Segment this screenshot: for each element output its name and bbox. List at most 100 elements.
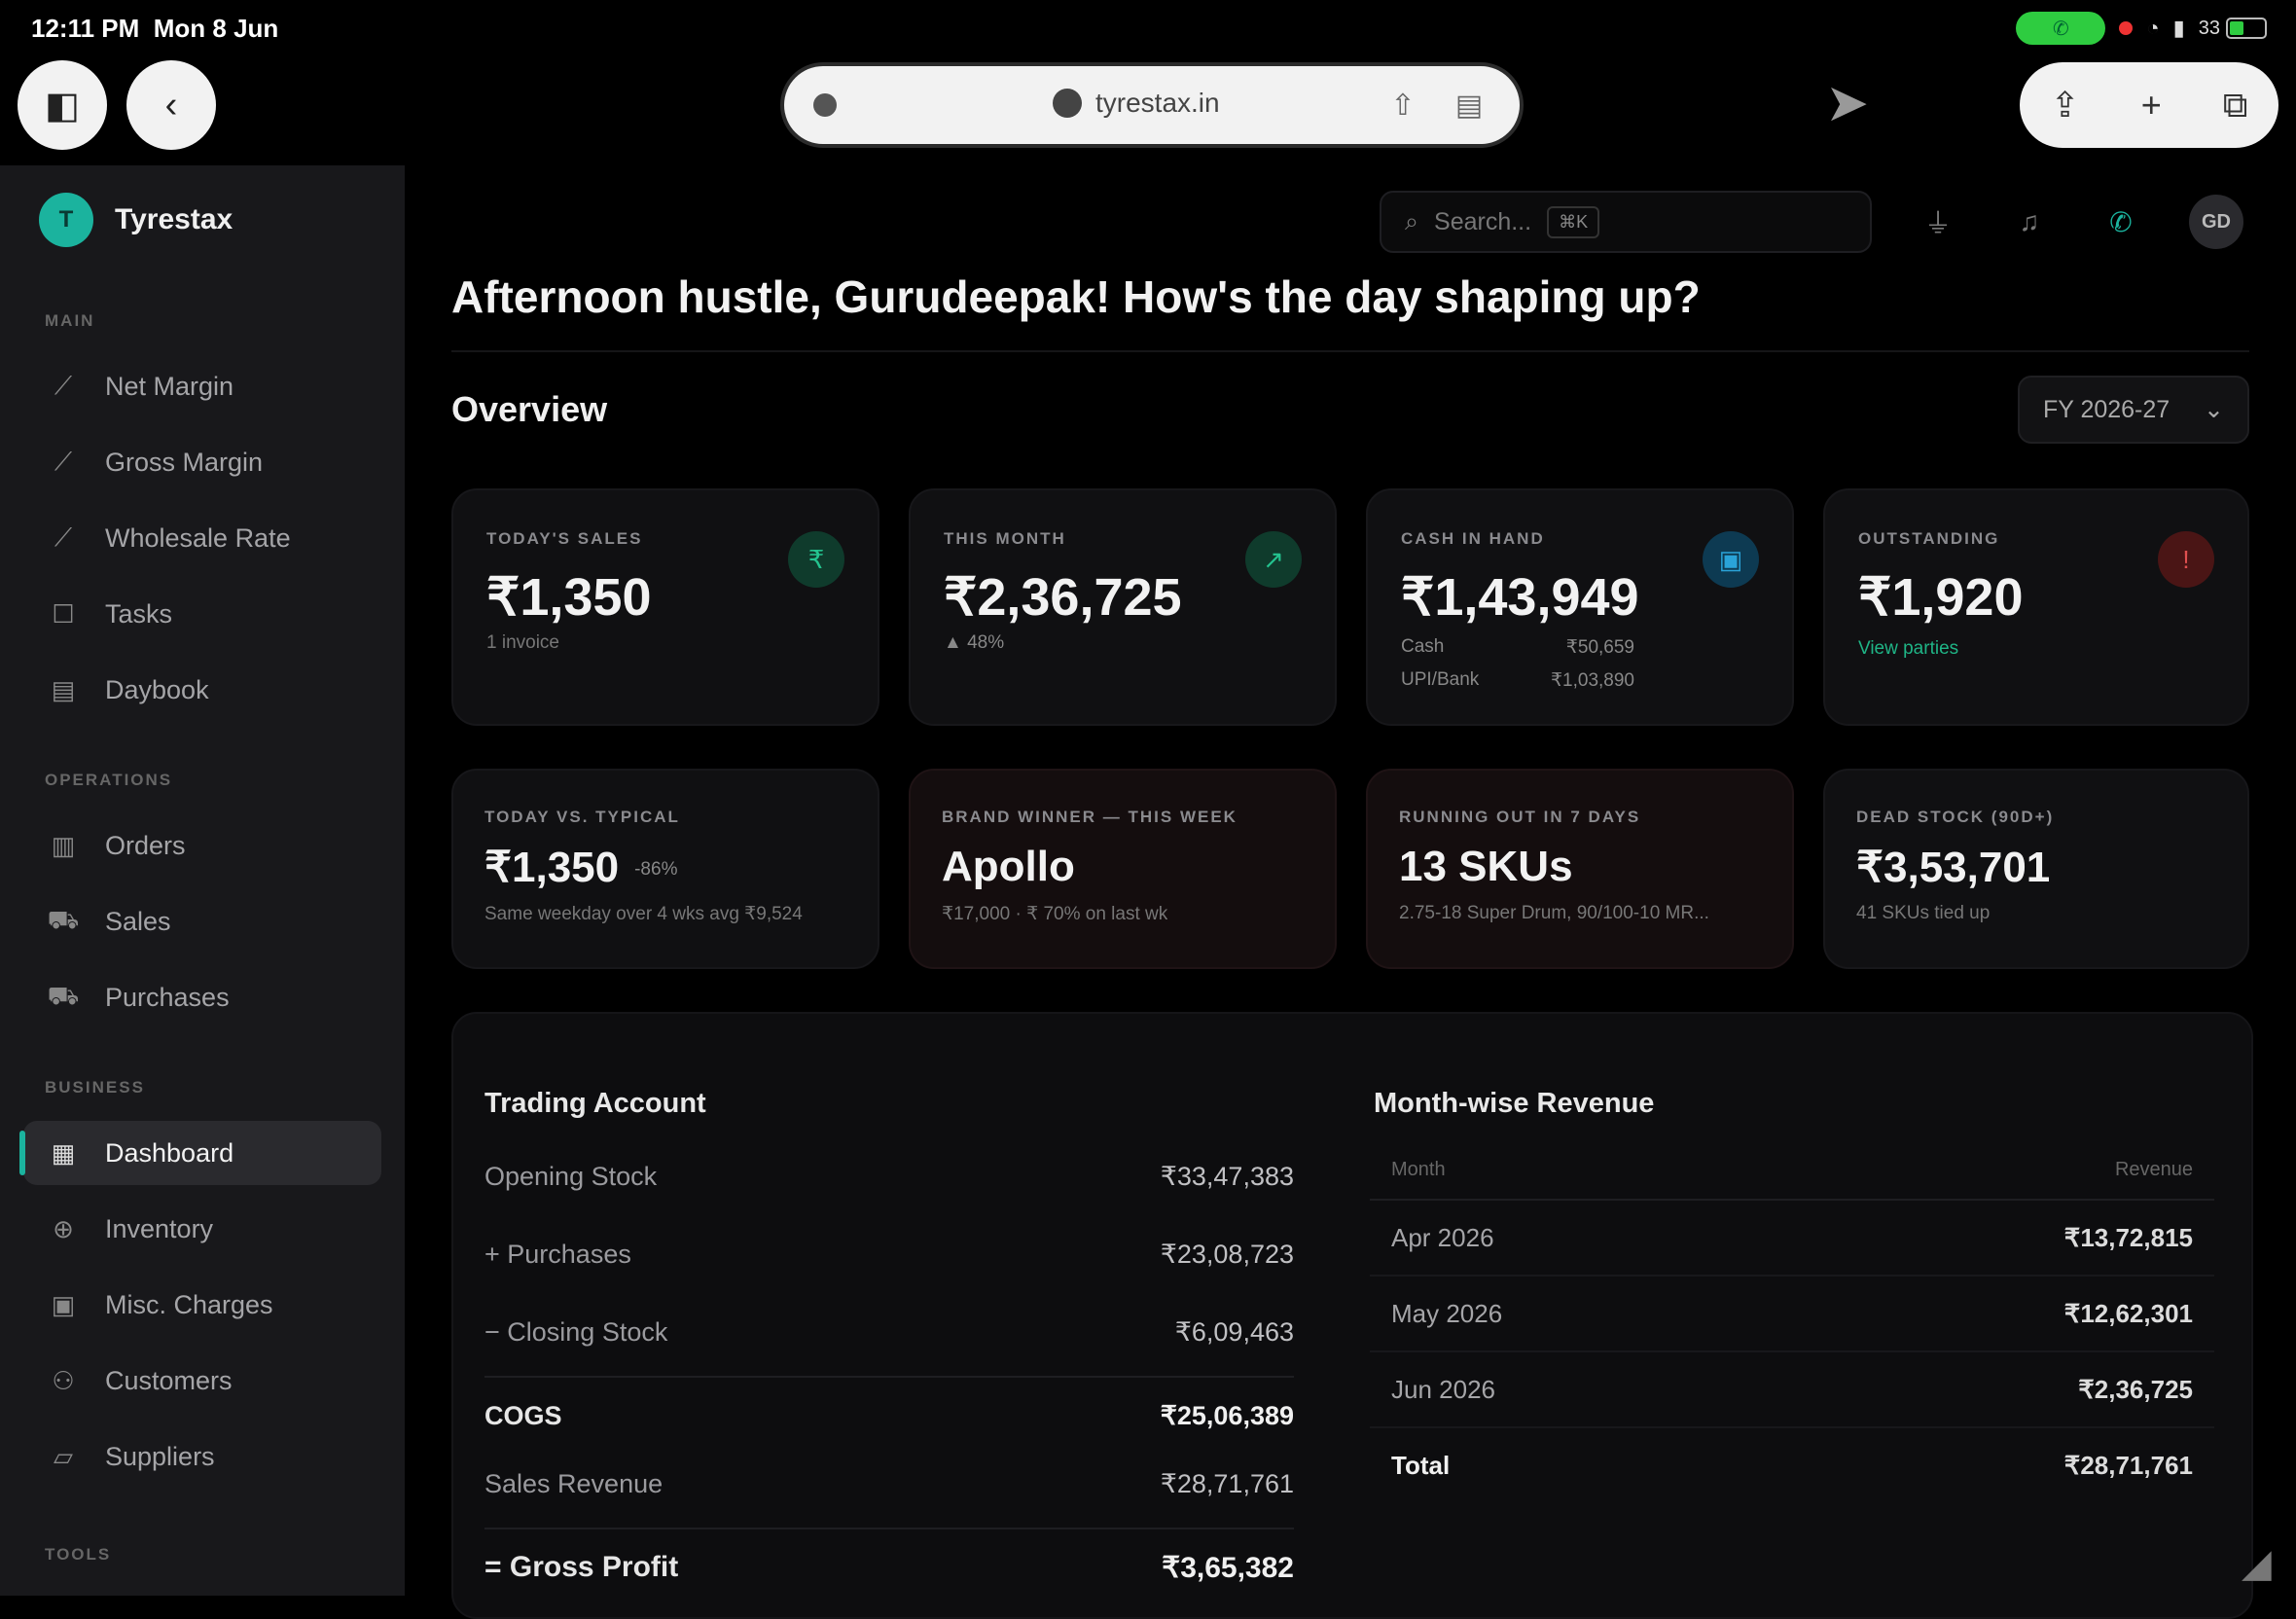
divider: [484, 1528, 1294, 1529]
tabs-overview-button[interactable]: ⧉: [2223, 85, 2248, 126]
share-button[interactable]: ⇪: [2051, 85, 2080, 126]
brand-name: Tyrestax: [115, 203, 233, 235]
view-parties-link[interactable]: View parties: [1858, 638, 1958, 660]
chevron-down-icon: ⌄: [2204, 396, 2224, 423]
checklist-icon: ☐: [52, 598, 75, 629]
nav-section-title: MAIN: [45, 311, 95, 330]
status-indicators: ✆ ◔ ▮ 33: [2016, 12, 2267, 45]
sidebar-toggle-icon: ◧: [45, 85, 80, 126]
trading-row-gross-profit: = Gross Profit ₹3,65,382: [484, 1551, 1294, 1584]
users-icon: ⚇: [52, 1365, 75, 1395]
search-input[interactable]: ⌕ Search... ⌘K: [1380, 191, 1872, 253]
phone-call-icon[interactable]: ✆: [2016, 12, 2106, 45]
table-row: May 2026 ₹12,62,301: [1370, 1277, 2214, 1352]
grid-icon: ▦: [51, 1137, 76, 1168]
trading-row: − Closing Stock ₹6,09,463: [484, 1317, 1294, 1347]
url-display[interactable]: tyrestax.in: [1053, 88, 1220, 119]
sidebar-item-dashboard[interactable]: ▦ Dashboard: [19, 1121, 381, 1185]
search-shortcut: ⌘K: [1547, 205, 1600, 238]
back-button[interactable]: ‹: [126, 60, 216, 150]
sidebar-item-customers[interactable]: ⚇ Customers: [23, 1349, 381, 1413]
trend-icon: ⟋: [54, 522, 73, 552]
kpi-card-outstanding[interactable]: OUTSTANDING ₹1,920 View parties !: [1823, 488, 2249, 726]
insight-card-dead-stock[interactable]: DEAD STOCK (90D+) ₹3,53,701 41 SKUs tied…: [1823, 769, 2249, 969]
search-icon: ⌕: [1405, 207, 1419, 235]
avatar[interactable]: GD: [2189, 195, 2243, 249]
brand-logo: T: [39, 193, 93, 247]
site-favicon-icon: [1053, 89, 1082, 118]
nav-section-title: BUSINESS: [45, 1078, 145, 1097]
sidebar-item-gross-margin[interactable]: ⟋ Gross Margin: [23, 430, 381, 494]
trend-icon: ⟋: [54, 371, 73, 400]
sidebar-item-suppliers[interactable]: ▱ Suppliers: [23, 1424, 381, 1489]
kpi-card-cash-in-hand[interactable]: CASH IN HAND ₹1,43,949 Cash ₹50,659 UPI/B…: [1366, 488, 1794, 726]
trading-account-title: Trading Account: [484, 1088, 706, 1119]
trading-row: + Purchases ₹23,08,723: [484, 1240, 1294, 1269]
page-settings-icon[interactable]: [813, 93, 837, 117]
rupee-icon: ₹: [788, 531, 844, 588]
trading-row-cogs: COGS ₹25,06,389: [484, 1401, 1294, 1430]
table-row: Jun 2026 ₹2,36,725: [1370, 1352, 2214, 1428]
wallet-icon: ▣: [1703, 531, 1759, 588]
sidebar-item-tasks[interactable]: ☐ Tasks: [23, 582, 381, 646]
filter-icon[interactable]: ⏚: [1919, 202, 1957, 241]
nav-section-title: OPERATIONS: [45, 771, 173, 789]
upi-breakdown-row: UPI/Bank ₹1,03,890: [1401, 669, 1634, 691]
recording-indicator-icon: [2119, 21, 2134, 35]
trend-up-icon: ↗: [1245, 531, 1302, 588]
insight-card-today-vs-typical[interactable]: TODAY VS. TYPICAL ₹1,350 -86% Same weekda…: [451, 769, 879, 969]
insight-card-brand-winner[interactable]: BRAND WINNER — THIS WEEK Apollo ₹17,000 …: [909, 769, 1337, 969]
insight-card-running-out[interactable]: RUNNING OUT IN 7 DAYS 13 SKUs 2.75-18 Su…: [1366, 769, 1794, 969]
page-greeting: Afternoon hustle, Gurudeepak! How's the …: [451, 271, 1701, 322]
phone-icon[interactable]: ✆: [2101, 202, 2140, 241]
trading-row: Opening Stock ₹33,47,383: [484, 1162, 1294, 1191]
status-bar: 12:11 PM Mon 8 Jun ✆ ◔ ▮ 33: [0, 0, 2296, 58]
receipt-icon: ▣: [51, 1289, 76, 1319]
new-tab-button[interactable]: +: [2141, 85, 2162, 126]
back-chevron-icon: ‹: [164, 84, 178, 126]
clipboard-icon: ▥: [51, 830, 76, 860]
sidebar-item-net-margin[interactable]: ⟋ Net Margin: [23, 354, 381, 418]
book-icon: ▤: [51, 674, 76, 704]
alert-icon: !: [2158, 531, 2214, 588]
wifi-icon: ◔: [2146, 16, 2160, 40]
sidebar-item-wholesale-rate[interactable]: ⟋ Wholesale Rate: [23, 506, 381, 570]
brand[interactable]: T Tyrestax: [39, 193, 233, 247]
kpi-card-todays-sales[interactable]: TODAY'S SALES ₹1,350 1 invoice ₹: [451, 488, 879, 726]
folder-icon: ▱: [54, 1441, 73, 1471]
sidebar-item-sales[interactable]: ⛟ Sales: [23, 889, 381, 953]
notification-bell-icon[interactable]: ♫: [2010, 202, 2049, 241]
share-icon[interactable]: ⇧: [1383, 86, 1422, 125]
sidebar-item-purchases[interactable]: ⛟ Purchases: [23, 965, 381, 1029]
month-revenue-table: Month Revenue Apr 2026 ₹13,72,815 May 2026…: [1370, 1140, 2214, 1502]
divider: [484, 1376, 1294, 1378]
trading-row: Sales Revenue ₹28,71,761: [484, 1469, 1294, 1498]
fiscal-year-select[interactable]: FY 2026-27 ⌄: [2018, 376, 2249, 444]
month-revenue-title: Month-wise Revenue: [1374, 1088, 1655, 1119]
resize-handle-icon[interactable]: ◢: [2242, 1541, 2272, 1586]
sidebar-item-orders[interactable]: ▥ Orders: [23, 813, 381, 878]
cash-breakdown-row: Cash ₹50,659: [1401, 636, 1634, 658]
cellular-icon: ▮: [2172, 16, 2185, 40]
browser-actions: ⇪ + ⧉: [2020, 62, 2278, 148]
section-title-overview: Overview: [451, 389, 608, 429]
sidebar-item-misc-charges[interactable]: ▣ Misc. Charges: [23, 1273, 381, 1337]
table-row: Apr 2026 ₹13,72,815: [1370, 1201, 2214, 1277]
reader-mode-icon[interactable]: ▤: [1450, 86, 1489, 125]
financials-panel: Trading Account Opening Stock ₹33,47,383 …: [451, 1012, 2253, 1619]
change-badge: -86%: [634, 859, 678, 881]
table-row-total: Total ₹28,71,761: [1391, 1450, 2193, 1480]
trend-icon: ⟋: [54, 447, 73, 476]
sidebar-item-inventory[interactable]: ⊕ Inventory: [23, 1197, 381, 1261]
battery-indicator: 33: [2199, 18, 2267, 40]
sidebar-item-daybook[interactable]: ▤ Daybook: [23, 658, 381, 722]
divider: [451, 350, 2249, 352]
nav-section-title: TOOLS: [45, 1545, 112, 1564]
status-time: 12:11 PM Mon 8 Jun: [31, 14, 279, 43]
kpi-card-this-month[interactable]: THIS MONTH ₹2,36,725 ▲ 48% ↗: [909, 488, 1337, 726]
sidebar: T Tyrestax MAIN ⟋ Net Margin ⟋ Gross Margi…: [0, 165, 405, 1596]
address-bar[interactable]: tyrestax.in ⇧ ▤: [784, 66, 1520, 144]
cart-icon: ⛟: [47, 904, 80, 934]
sidebar-toggle-button[interactable]: ◧: [18, 60, 107, 150]
pointer-cursor-icon: ➤: [1825, 74, 1870, 132]
